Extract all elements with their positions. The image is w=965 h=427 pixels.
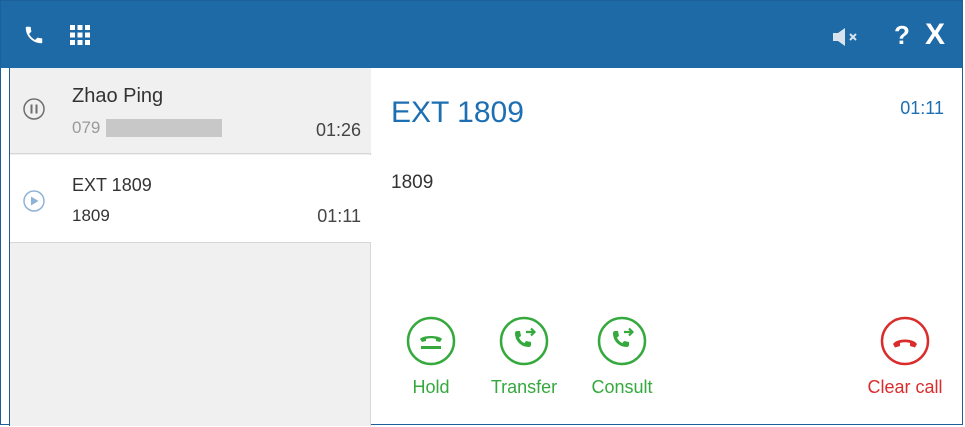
call-list-item-held[interactable]: Zhao Ping 079 01:26 bbox=[10, 68, 371, 154]
transfer-icon bbox=[499, 316, 549, 366]
consult-button[interactable]: Consult bbox=[581, 316, 663, 398]
help-icon[interactable]: ? bbox=[894, 20, 910, 51]
clear-call-button[interactable]: Clear call bbox=[853, 316, 957, 398]
phone-icon[interactable] bbox=[23, 24, 45, 46]
transfer-label: Transfer bbox=[490, 377, 558, 397]
caller-number: 079 bbox=[72, 118, 101, 137]
close-icon[interactable]: X bbox=[925, 18, 945, 52]
caller-name: Zhao Ping bbox=[72, 85, 164, 107]
active-call-title: EXT 1809 bbox=[391, 96, 524, 129]
consult-label: Consult bbox=[591, 377, 653, 397]
active-call-number: 1809 bbox=[391, 172, 434, 193]
hold-icon bbox=[406, 316, 456, 366]
transfer-button[interactable]: Transfer bbox=[479, 316, 569, 398]
hang-up-icon bbox=[880, 316, 930, 366]
consult-icon bbox=[597, 316, 647, 366]
call-list-item-active[interactable]: EXT 1809 1809 01:11 bbox=[10, 155, 371, 243]
redacted-number-mask bbox=[106, 119, 222, 137]
play-icon bbox=[23, 190, 45, 212]
softphone-window: ? X Zhao Ping 079 01:26 EXT 1809 1809 01… bbox=[0, 0, 963, 426]
pause-icon bbox=[23, 98, 45, 120]
active-call-timer: 01:11 bbox=[900, 98, 944, 118]
call-list: Zhao Ping 079 01:26 EXT 1809 1809 01:11 bbox=[9, 68, 371, 426]
hold-label: Hold bbox=[412, 377, 450, 397]
speaker-mute-icon[interactable] bbox=[833, 28, 861, 46]
dialpad-icon[interactable] bbox=[70, 25, 90, 45]
call-duration: 01:26 bbox=[315, 120, 361, 140]
hold-button[interactable]: Hold bbox=[401, 316, 461, 398]
clear-call-label: Clear call bbox=[867, 377, 943, 397]
caller-name: EXT 1809 bbox=[72, 175, 152, 195]
call-duration: 01:11 bbox=[317, 206, 361, 226]
title-bar: ? X bbox=[1, 1, 962, 68]
caller-number: 1809 bbox=[72, 206, 110, 225]
